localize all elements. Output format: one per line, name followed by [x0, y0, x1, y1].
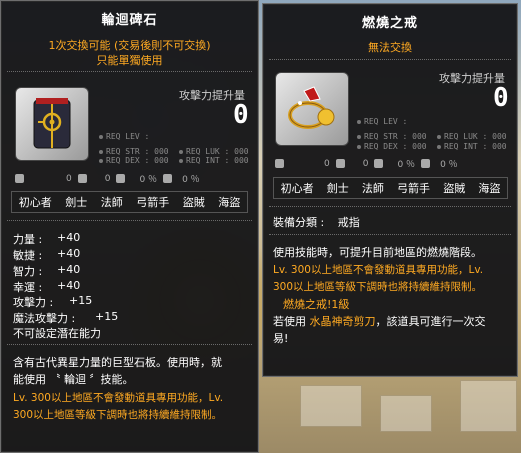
stat-dex: 敏捷 : +40 — [13, 247, 81, 262]
star-icon — [77, 174, 87, 183]
divider — [7, 344, 252, 345]
restriction-line: 300以上地區等級下調時也將持續維持限制。 — [273, 281, 483, 293]
job-list: 初心者 劍士 法師 弓箭手 盜賊 海盜 — [11, 191, 248, 213]
hammer-icon — [421, 159, 431, 168]
item-title: 輪迴碑石 — [101, 13, 158, 28]
req-dex: REQ DEX : 000 — [99, 156, 169, 165]
job-list: 初心者 劍士 法師 弓箭手 盜賊 海盜 — [273, 177, 508, 199]
job-archer: 弓箭手 — [397, 182, 431, 195]
item-info-row: 0 0 0 ％ 0 ％ — [15, 172, 200, 185]
scissors-note-cont: 易! — [273, 332, 289, 345]
job-magician: 法師 — [100, 196, 123, 209]
restriction-line: Lv. 300以上地區不會發動道具專用功能，Lv. — [273, 264, 484, 276]
star-icon — [335, 159, 345, 168]
req-luk: REQ LUK : 000 — [437, 132, 507, 141]
trade-info: 無法交換 — [368, 41, 412, 54]
item-title: 燃燒之戒 — [361, 16, 418, 31]
job-thief: 盜賊 — [443, 182, 466, 195]
stat-attack: 攻擊力 : +15 — [13, 294, 93, 309]
attack-increase-value: 0 — [233, 100, 249, 130]
attack-increase-value: 0 — [493, 83, 509, 113]
info-value: 0 ％ — [440, 160, 458, 170]
job-pirate: 海盜 — [478, 182, 501, 195]
job-beginner: 初心者 — [280, 182, 314, 195]
description-line: 能使用 〝 輪迴 〞技能。 — [13, 373, 134, 386]
divider — [269, 59, 511, 60]
job-beginner: 初心者 — [18, 196, 52, 209]
job-warrior: 劍士 — [65, 196, 88, 209]
req-lev: REQ LEV : — [357, 117, 407, 126]
restriction-line: 300以上地區等級下調時也將持續維持限制。 — [13, 409, 223, 421]
item-tooltip-reincarnation-stone: 輪迴碑石 1次交換可能 (交易後則不可交換) 只能單獨使用 攻擊力提升量 0 R… — [0, 0, 259, 453]
sword-icon — [275, 159, 284, 168]
scissors-note: 若使用 水晶神奇剪刀，該道具可進行一次交 — [273, 315, 486, 328]
divider — [7, 71, 252, 72]
hammer-icon — [163, 174, 173, 183]
req-int: REQ INT : 000 — [437, 142, 507, 151]
job-warrior: 劍士 — [326, 182, 349, 195]
info-value: 0 — [66, 173, 72, 184]
job-archer: 弓箭手 — [136, 196, 170, 209]
job-thief: 盜賊 — [182, 196, 205, 209]
job-pirate: 海盜 — [218, 196, 241, 209]
req-dex: REQ DEX : 000 — [357, 142, 427, 151]
job-magician: 法師 — [361, 182, 384, 195]
item-icon-frame — [275, 72, 349, 146]
scroll-icon — [116, 174, 126, 183]
req-str: REQ STR : 000 — [99, 147, 169, 156]
stat-int: 智力 : +40 — [13, 263, 81, 278]
restriction-line: Lv. 300以上地區不會發動道具專用功能，Lv. — [13, 392, 224, 404]
req-int: REQ INT : 000 — [179, 156, 249, 165]
divider — [269, 234, 511, 235]
info-value: 0 — [104, 173, 111, 184]
info-value: 0 ％ — [397, 160, 416, 170]
stat-str: 力量 : +40 — [13, 231, 81, 246]
equip-category: 裝備分類 : 戒指 — [273, 216, 360, 229]
info-value: 0 ％ — [182, 175, 200, 185]
stat-luk: 幸運 : +40 — [13, 279, 81, 294]
info-value: 0 ％ — [139, 175, 158, 185]
scroll-icon — [374, 159, 384, 168]
trade-info: 1次交換可能 (交易後則不可交換) — [48, 39, 211, 52]
info-value: 0 — [362, 158, 369, 169]
divider — [269, 206, 511, 207]
item-info-row: 0 0 0 ％ 0 ％ — [275, 157, 458, 170]
stone-tablet-icon — [33, 98, 71, 149]
sword-icon — [15, 174, 24, 183]
req-luk: REQ LUK : 000 — [179, 147, 249, 156]
no-potential-text: 不可設定潛在能力 — [13, 327, 101, 340]
description-line: 含有古代異星力量的巨型石板。使用時，就 — [13, 356, 222, 369]
stat-magic-attack: 魔法攻擊力 : +15 — [13, 310, 119, 325]
usage-info: 只能單獨使用 — [96, 54, 163, 67]
item-icon-frame — [15, 87, 89, 161]
divider — [7, 220, 252, 221]
info-value: 0 — [324, 158, 330, 169]
req-lev: REQ LEV : — [99, 132, 149, 141]
description-line: 使用技能時，可提升目前地區的燃燒階段。 — [273, 246, 482, 259]
ring-icon — [288, 86, 335, 129]
ring-level: 燃燒之戒!1級 — [283, 298, 350, 311]
req-str: REQ STR : 000 — [357, 132, 427, 141]
item-tooltip-burning-ring: 燃燒之戒 無法交換 攻擊力提升量 0 REQ LEV : REQ STR : 0… — [262, 3, 518, 377]
